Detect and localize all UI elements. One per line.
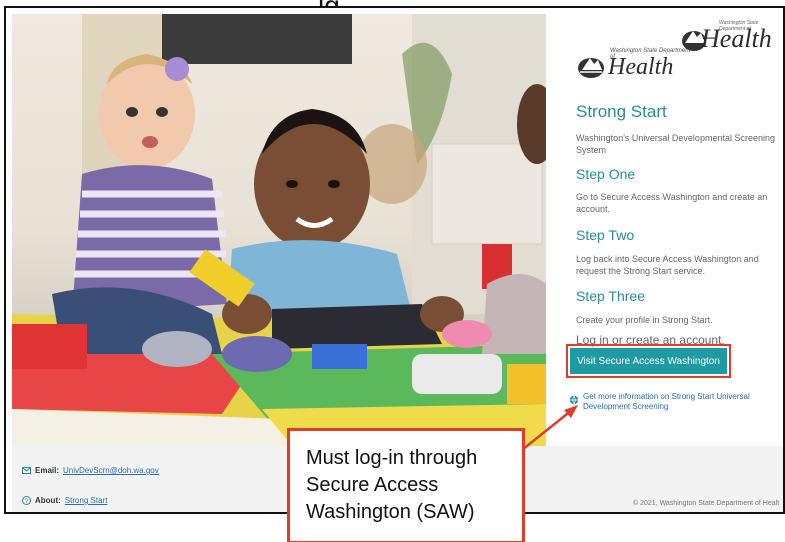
mountain-logo-icon (578, 58, 604, 78)
footer-about: ? About: Strong Start (22, 496, 107, 505)
copyright-text: © 2021, Washington State Department of H… (633, 500, 780, 507)
footer-logo-word: Health (701, 24, 772, 53)
email-link[interactable]: UnivDevScrn@doh.wa.gov (63, 466, 159, 475)
more-info-text[interactable]: Get more information on Strong Start Uni… (583, 392, 753, 412)
doh-logo: Washington State Department of Health (576, 44, 696, 88)
envelope-icon (22, 467, 31, 474)
hero-photo (12, 14, 546, 446)
footer-email: Email: UnivDevScrn@doh.wa.gov (22, 466, 159, 475)
logo-word: Health (608, 54, 674, 80)
about-link[interactable]: Strong Start (65, 496, 108, 505)
page-subtitle: Washington's Universal Developmental Scr… (576, 133, 775, 155)
about-label: About: (35, 496, 61, 505)
step-one-heading: Step One (576, 166, 636, 182)
annotation-callout: Must log-in through Secure Access Washin… (287, 428, 525, 542)
hero-photo-illustration (12, 14, 546, 446)
info-panel: Washington State Department of Health St… (554, 14, 783, 446)
step-three-text: Create your profile in Strong Start. (576, 315, 713, 325)
more-info-link[interactable]: Get more information on Strong Start Uni… (569, 392, 753, 412)
globe-icon (569, 395, 579, 405)
step-one-text: Go to Secure Access Washington and creat… (576, 192, 768, 214)
footer-doh-logo: Washington State Department of Health (681, 20, 781, 54)
email-label: Email: (35, 466, 60, 475)
step-three-heading: Step Three (576, 288, 646, 304)
page-title: Strong Start (576, 102, 667, 121)
step-two-text: Log back into Secure Access Washington a… (576, 254, 759, 276)
help-circle-icon: ? (22, 496, 31, 505)
step-two-heading: Step Two (576, 227, 635, 243)
visit-secure-access-button[interactable]: Visit Secure Access Washington (570, 348, 727, 374)
